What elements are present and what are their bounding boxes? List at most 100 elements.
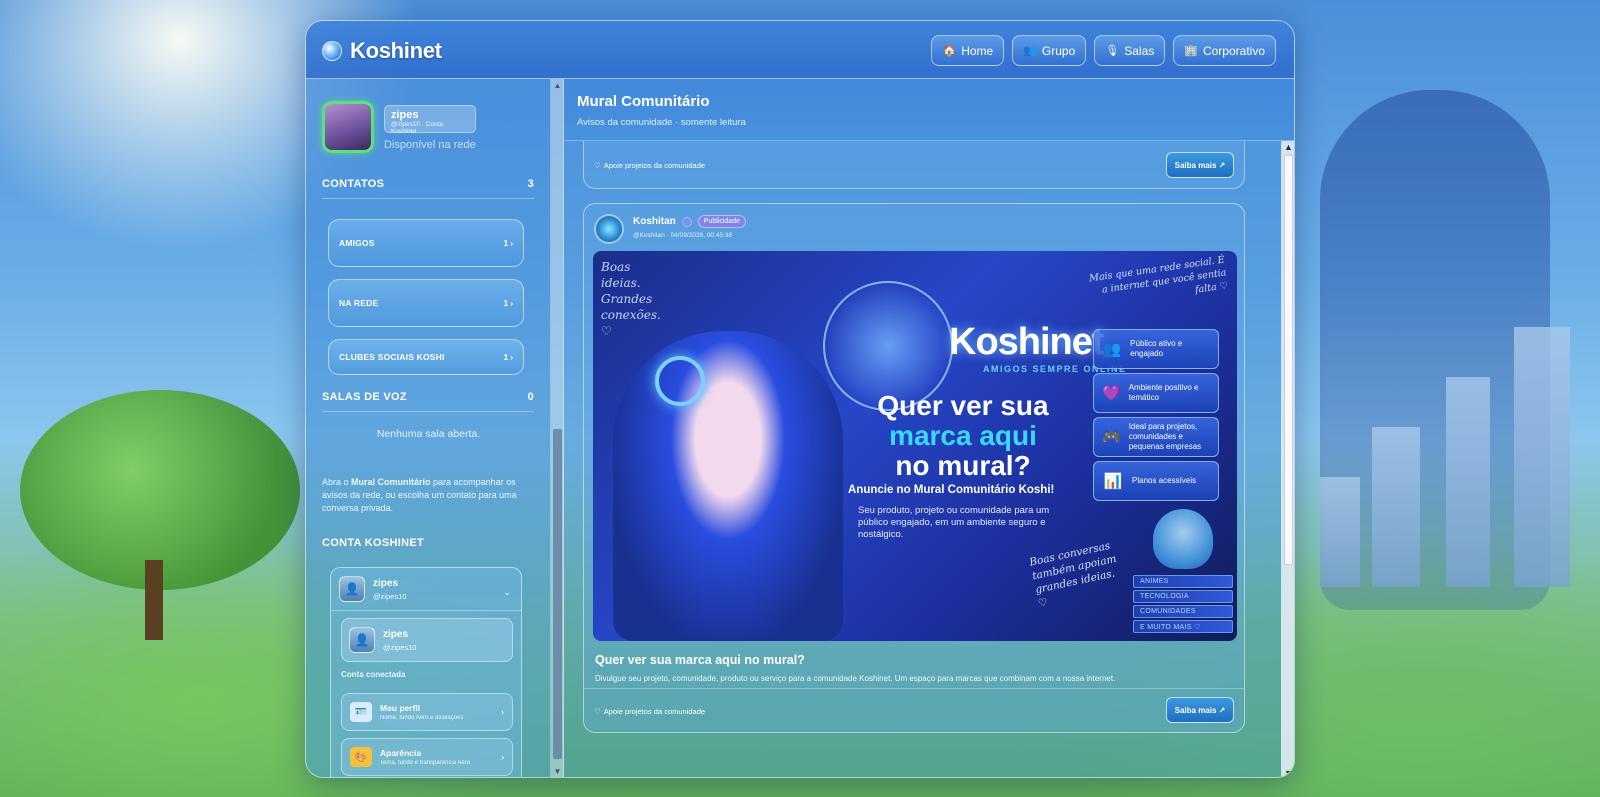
background-building [1320,477,1360,587]
menu-title: Aparência [380,748,422,758]
voice-rooms-empty: Nenhuma sala aberta. [376,428,481,440]
banner-logo: Koshinet [949,321,1105,363]
heart-icon: ♡ [594,707,601,716]
background-building [1446,377,1490,587]
connected-account-card[interactable]: 👤 zipes @zipes10 [341,618,513,662]
scroll-up-icon[interactable]: ▲ [1283,142,1294,152]
menu-desc: Tema, fundo e transparência Aero [380,760,471,766]
support-label: ♡ Apoie projetos da comunidade [594,161,705,170]
nav-group-button[interactable]: 👥 Grupo [1012,35,1087,66]
scroll-down-icon[interactable]: ▼ [1283,768,1294,777]
chevron-right-icon: › [501,752,504,762]
menu-my-profile[interactable]: 🪪 Meu perfil Nome, fundo Aero e avaliaçõ… [341,693,513,731]
contacts-header: CONTATOS 3 [322,178,534,199]
divider [584,688,1244,689]
banner-handwriting-left: Boas ideias. Grandes conexões. ♡ [601,260,661,338]
nav-label: Salas [1124,43,1155,58]
help-text: Abra o Mural Comunitário para acompanhar… [322,476,537,515]
banner-feature: 📊 Planos acessíveis [1093,461,1219,501]
support-text: Apoie projetos da comunidade [603,707,706,716]
contacts-count: 3 [527,178,534,190]
headphones-icon [655,356,705,406]
microphone-icon: 🎙 [1105,45,1120,57]
palette-icon: 🎨 [350,747,372,767]
heart-icon: ♡ [594,161,601,170]
building-icon: 🏢 [1184,45,1198,57]
background-tree-trunk [145,560,163,640]
contact-group-label: CLUBES SOCIAIS KOSHI [339,352,445,362]
contact-group-label: NA REDE [339,298,379,308]
user-profile[interactable]: zipes @zipes10 · Conta Koshinet Disponív… [322,101,476,153]
heart-icon: 💜 [1102,385,1121,402]
book-label: ANIMES [1133,575,1233,588]
profile-handle: @zipes10 · Conta Koshinet [391,121,444,135]
account-switcher[interactable]: 👤 zipes @zipes10 [339,576,406,602]
feature-text: Ambiente positivo e temático [1128,383,1199,402]
ad-banner-image[interactable]: Boas ideias. Grandes conexões. ♡ Mais qu… [593,251,1237,641]
nav-label: Corporativo [1202,43,1265,58]
account-handle: @zipes10 [373,591,407,601]
contact-group-count: 1 › [503,238,513,248]
sidebar-scroll-thumb[interactable] [553,429,562,759]
feed-scrollbar[interactable]: ▲ ▼ [1281,141,1294,777]
sidebar-scrollbar[interactable]: ▲ ▼ [551,79,564,777]
feature-text: Público ativo e engajado [1130,339,1183,358]
scroll-up-icon[interactable]: ▲ [553,81,562,91]
account-name: zipes [373,577,399,589]
chevron-down-icon[interactable]: ⌄ [503,587,511,598]
nav-corporate-button[interactable]: 🏢 Corporativo [1173,35,1276,66]
nav-rooms-button[interactable]: 🎙 Salas [1094,35,1166,66]
banner-books: ANIMES TECNOLOGIA COMUNIDADES E MUITO MA… [1133,575,1233,635]
main-nav: 🏠 Home 👥 Grupo 🎙 Salas 🏢 Corporativo [931,35,1276,66]
nav-home-button[interactable]: 🏠 Home [931,35,1005,66]
account-header: CONTA KOSHINET [322,537,534,557]
app-title: Koshinet [350,38,442,63]
sidebar: zipes @zipes10 · Conta Koshinet Disponív… [306,79,551,777]
headline-line: Quer ver sua [877,390,1049,421]
mural-feed: ♡ Apoie projetos da comunidade Saiba mai… [564,141,1281,777]
contact-group-friends[interactable]: AMIGOS 1 › [328,219,524,267]
author-name[interactable]: Koshitan [633,216,676,227]
banner-cta: Anuncie no Mural Comunitário Koshi! [848,484,1055,496]
post-text: Divulgue seu projeto, comunidade, produt… [595,674,1116,683]
app-logo[interactable]: Koshinet [322,38,442,64]
post-author: Koshitan Publicidade [633,215,746,228]
gamepad-icon: 🎮 [1102,429,1121,446]
user-avatar-icon: 👤 [349,627,375,653]
learn-more-button[interactable]: Saiba mais ↗ [1166,152,1234,178]
background-building [1514,327,1570,587]
contact-group-clubs[interactable]: CLUBES SOCIAIS KOSHI 1 › [328,339,524,375]
support-text: Apoie projetos da comunidade [603,161,706,170]
post-meta: @Koshitan · 04/09/2026, 00:45:38 [633,232,733,239]
book-label: COMUNIDADES [1133,605,1233,618]
id-card-icon: 🪪 [350,702,372,722]
contact-group-count: 1 › [503,298,513,308]
book-label: E MUITO MAIS ♡ [1133,620,1233,633]
nav-label: Home [961,43,994,58]
banner-handwriting-bottom: Boas conversas também apoiam grandes ide… [1028,539,1118,610]
menu-appearance[interactable]: 🎨 Aparência Tema, fundo e transparência … [341,738,513,776]
connected-account-handle: @zipes10 [383,642,417,652]
contacts-title: CONTATOS [322,178,385,190]
account-title: CONTA KOSHINET [322,537,424,549]
scroll-down-icon[interactable]: ▼ [553,767,562,777]
headline-line: no mural? [895,450,1031,481]
bar-chart-icon: 📊 [1103,473,1123,490]
avatar[interactable] [322,101,374,153]
app-window: Koshinet 🏠 Home 👥 Grupo 🎙 Salas 🏢 Corpor… [305,20,1295,778]
contact-group-online[interactable]: NA REDE 1 › [328,279,524,327]
menu-desc: Nome, fundo Aero e avaliações [380,715,464,721]
ad-badge: Publicidade [697,215,746,228]
feature-text: Ideal para projetos, comunidades e peque… [1128,422,1202,451]
connected-label: Conta conectada [341,670,406,679]
learn-more-button[interactable]: Saiba mais ↗ [1166,697,1234,723]
banner-headline: Quer ver sua marca aqui no mural? [843,391,1083,481]
author-avatar[interactable] [594,214,624,244]
post-title: Quer ver sua marca aqui no mural? [595,653,805,667]
profile-status: Disponível na rede [384,139,476,151]
page-title: Mural Comunitário [577,93,710,110]
help-prefix: Abra o [322,477,352,487]
feed-scroll-thumb[interactable] [1284,155,1293,565]
group-icon: 👥 [1023,45,1037,57]
profile-card: zipes @zipes10 · Conta Koshinet [384,105,476,135]
